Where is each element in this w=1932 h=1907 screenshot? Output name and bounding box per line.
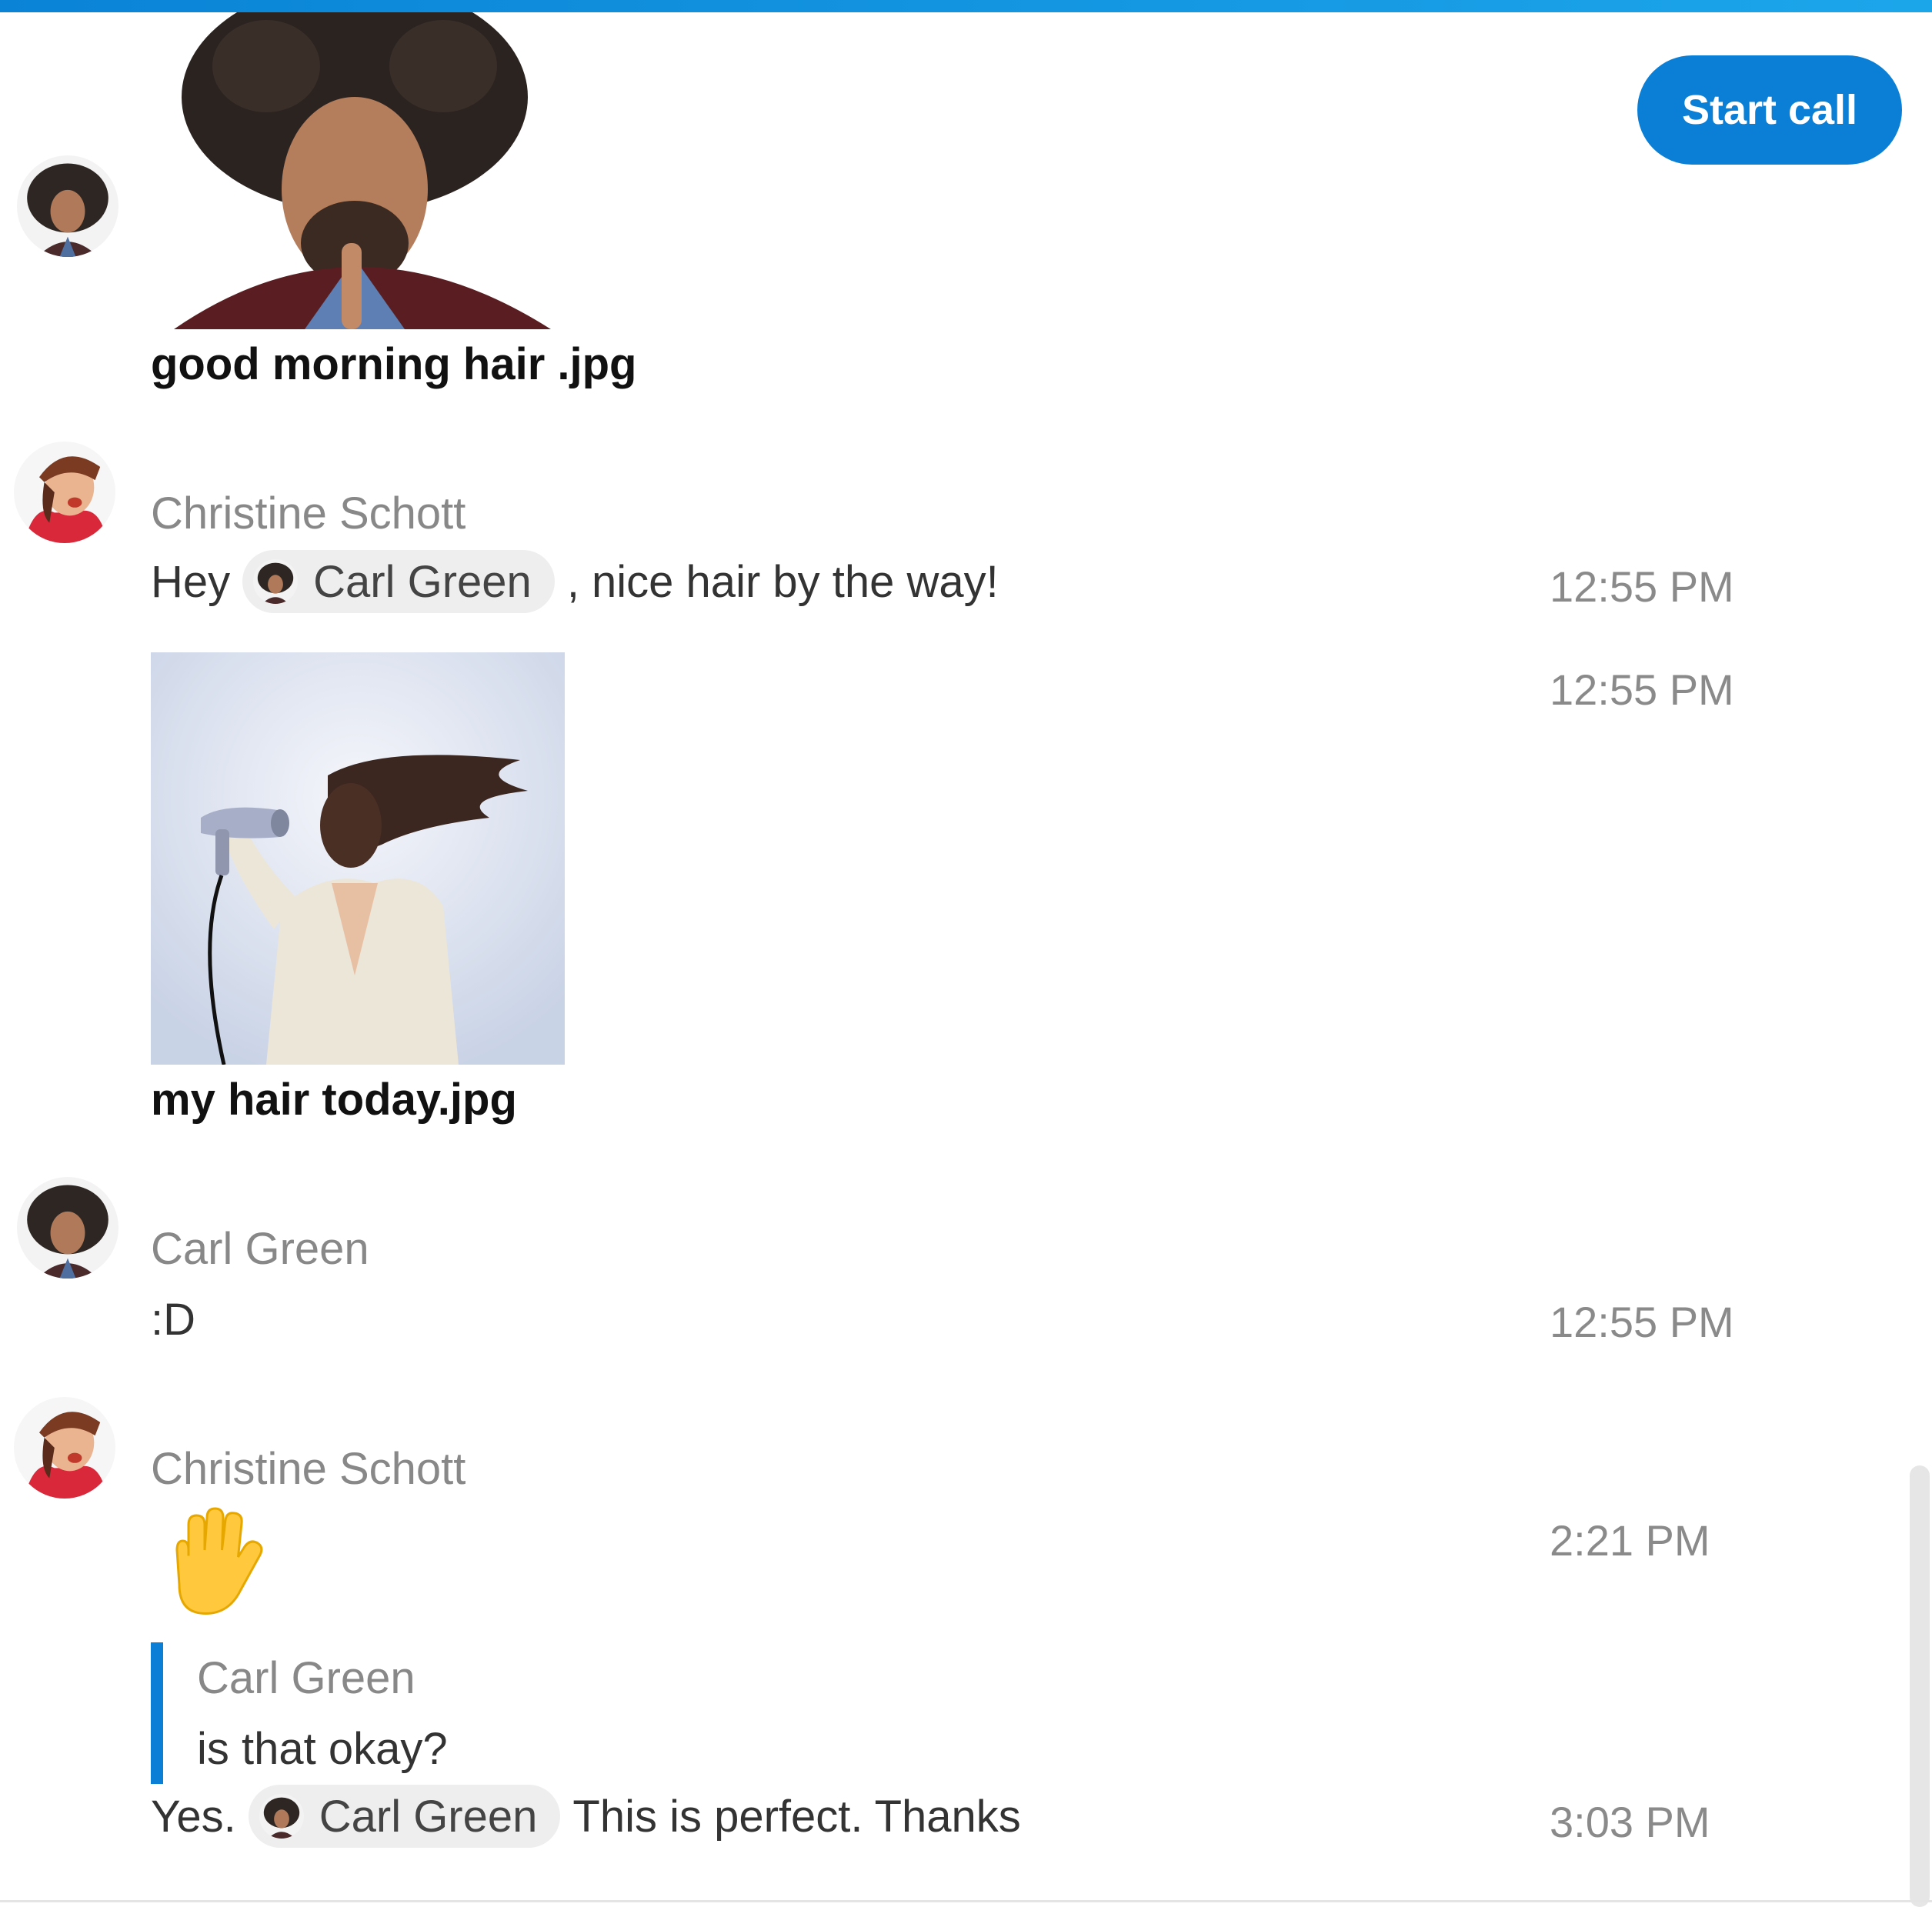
message-text-before: Hey [151, 556, 231, 607]
avatar-carl-green[interactable] [17, 1177, 118, 1279]
mention-name: Carl Green [319, 1791, 538, 1842]
sender-name: Christine Schott [151, 1444, 466, 1494]
message-text: Yes. Carl Green This is perfect. Thanks [151, 1785, 1021, 1848]
file-name[interactable]: good morning hair .jpg [151, 338, 637, 390]
message-text-after: , nice hair by the way! [566, 556, 999, 607]
timestamp: 12:55 PM [1550, 1298, 1734, 1346]
mention-name: Carl Green [313, 556, 532, 607]
sender-name: Christine Schott [151, 488, 466, 538]
avatar-christine-schott[interactable] [14, 442, 115, 543]
top-accent-bar [0, 0, 1932, 12]
mention-avatar [259, 1794, 304, 1839]
image-good-morning-hair[interactable] [151, 12, 565, 329]
message-text-after: This is perfect. Thanks [572, 1791, 1021, 1842]
quote-bar [151, 1642, 163, 1784]
message-text: :D [151, 1295, 195, 1345]
timestamp: 12:55 PM [1550, 665, 1734, 714]
sender-name: Carl Green [151, 1224, 369, 1274]
quote-sender: Carl Green [197, 1653, 415, 1703]
avatar-carl-green[interactable] [17, 155, 118, 257]
mention-chip[interactable]: Carl Green [248, 1785, 561, 1848]
message-text: Hey Carl Green , nice hair by the way! [151, 550, 999, 613]
file-name[interactable]: my hair today.jpg [151, 1074, 517, 1125]
start-call-button[interactable]: Start call [1637, 55, 1902, 165]
image-my-hair-today[interactable] [151, 652, 565, 1065]
avatar-christine-schott[interactable] [14, 1397, 115, 1499]
raised-hand-emoji [154, 1504, 269, 1619]
divider [0, 1900, 1932, 1902]
timestamp: 3:03 PM [1550, 1798, 1710, 1846]
timestamp: 12:55 PM [1550, 562, 1734, 611]
scrollbar[interactable] [1910, 1465, 1930, 1907]
message-text-before: Yes. [151, 1791, 236, 1842]
mention-avatar [253, 559, 299, 604]
mention-chip[interactable]: Carl Green [242, 550, 555, 613]
quote-text: is that okay? [197, 1724, 448, 1774]
timestamp: 2:21 PM [1550, 1516, 1710, 1565]
